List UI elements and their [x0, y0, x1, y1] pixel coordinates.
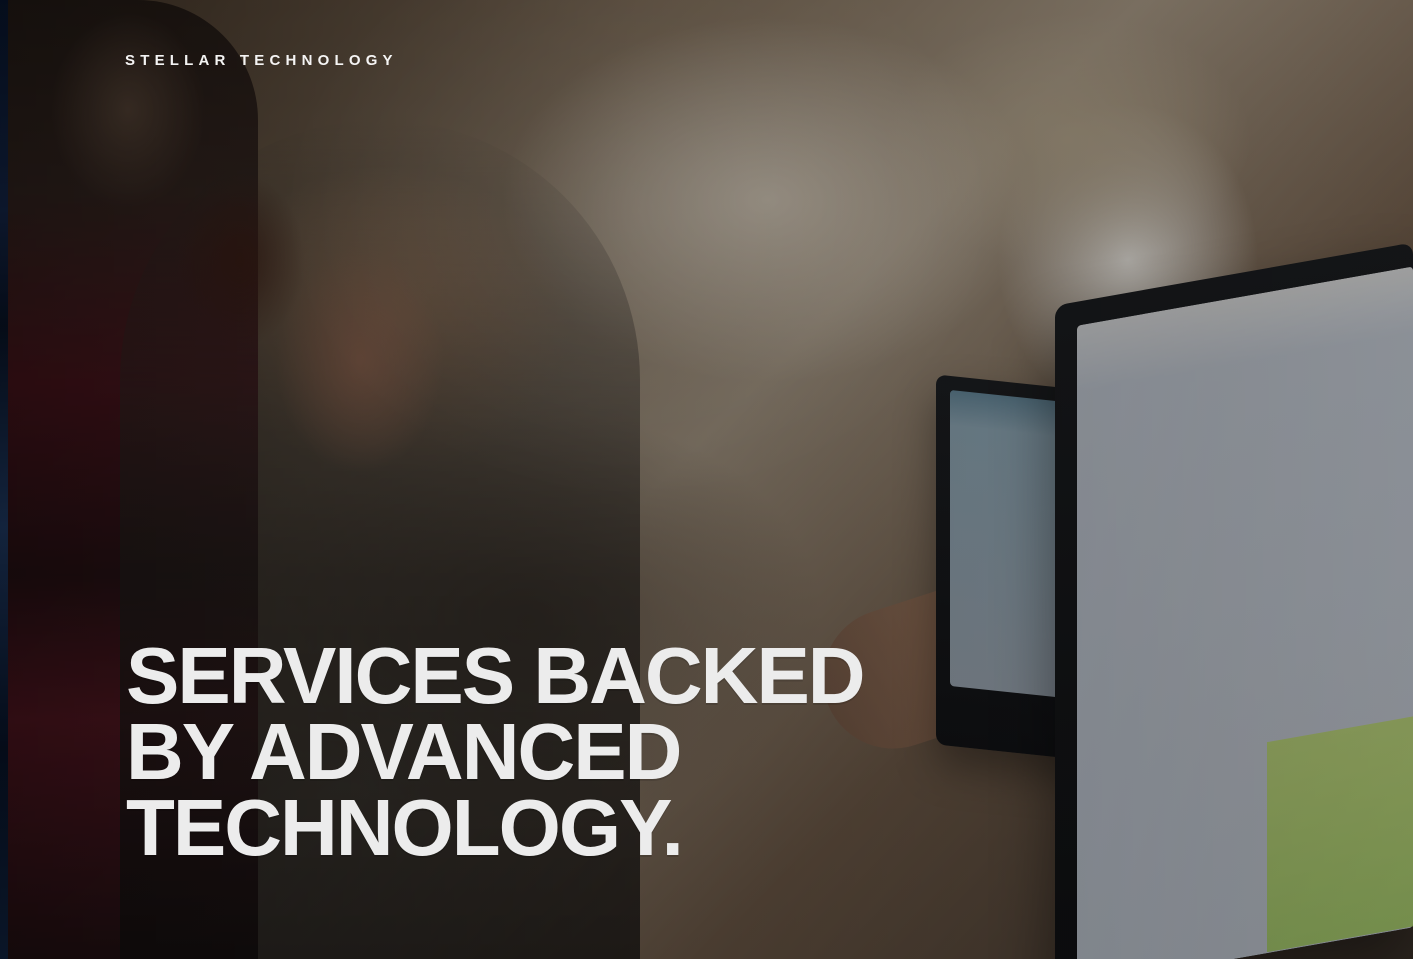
- hero-headline: SERVICES BACKED BY ADVANCED TECHNOLOGY.: [126, 631, 886, 872]
- brand-label: STELLAR TECHNOLOGY: [125, 52, 398, 69]
- hero-headline-line-2: BY ADVANCED: [126, 707, 682, 796]
- hero-headline-line-1: SERVICES BACKED: [126, 631, 866, 720]
- hero-headline-line-3: TECHNOLOGY.: [126, 783, 684, 872]
- left-edge-strip: [0, 0, 8, 959]
- hero-section: STELLAR TECHNOLOGY SERVICES BACKED BY AD…: [0, 0, 1413, 959]
- monitor-right: [1055, 242, 1413, 959]
- monitor-right-screen: [1077, 266, 1413, 959]
- monitor-green-highlight: [1267, 712, 1413, 953]
